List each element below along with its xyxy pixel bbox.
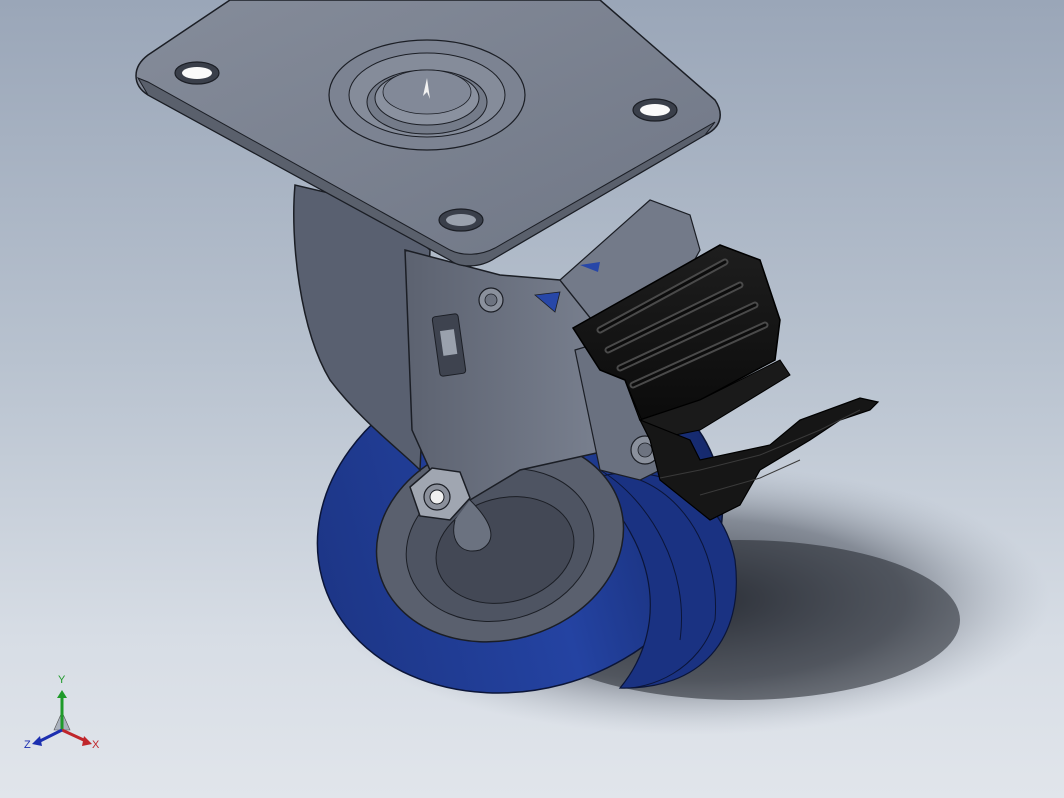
- graphics-viewport[interactable]: Y X Z: [0, 0, 1064, 798]
- view-orientation-triad: Y X Z: [20, 674, 110, 760]
- triad-x-label: X: [92, 739, 100, 751]
- caster-wheel-model[interactable]: [0, 0, 1064, 798]
- triad-y-label: Y: [58, 674, 66, 686]
- triad-z-label: Z: [24, 739, 31, 751]
